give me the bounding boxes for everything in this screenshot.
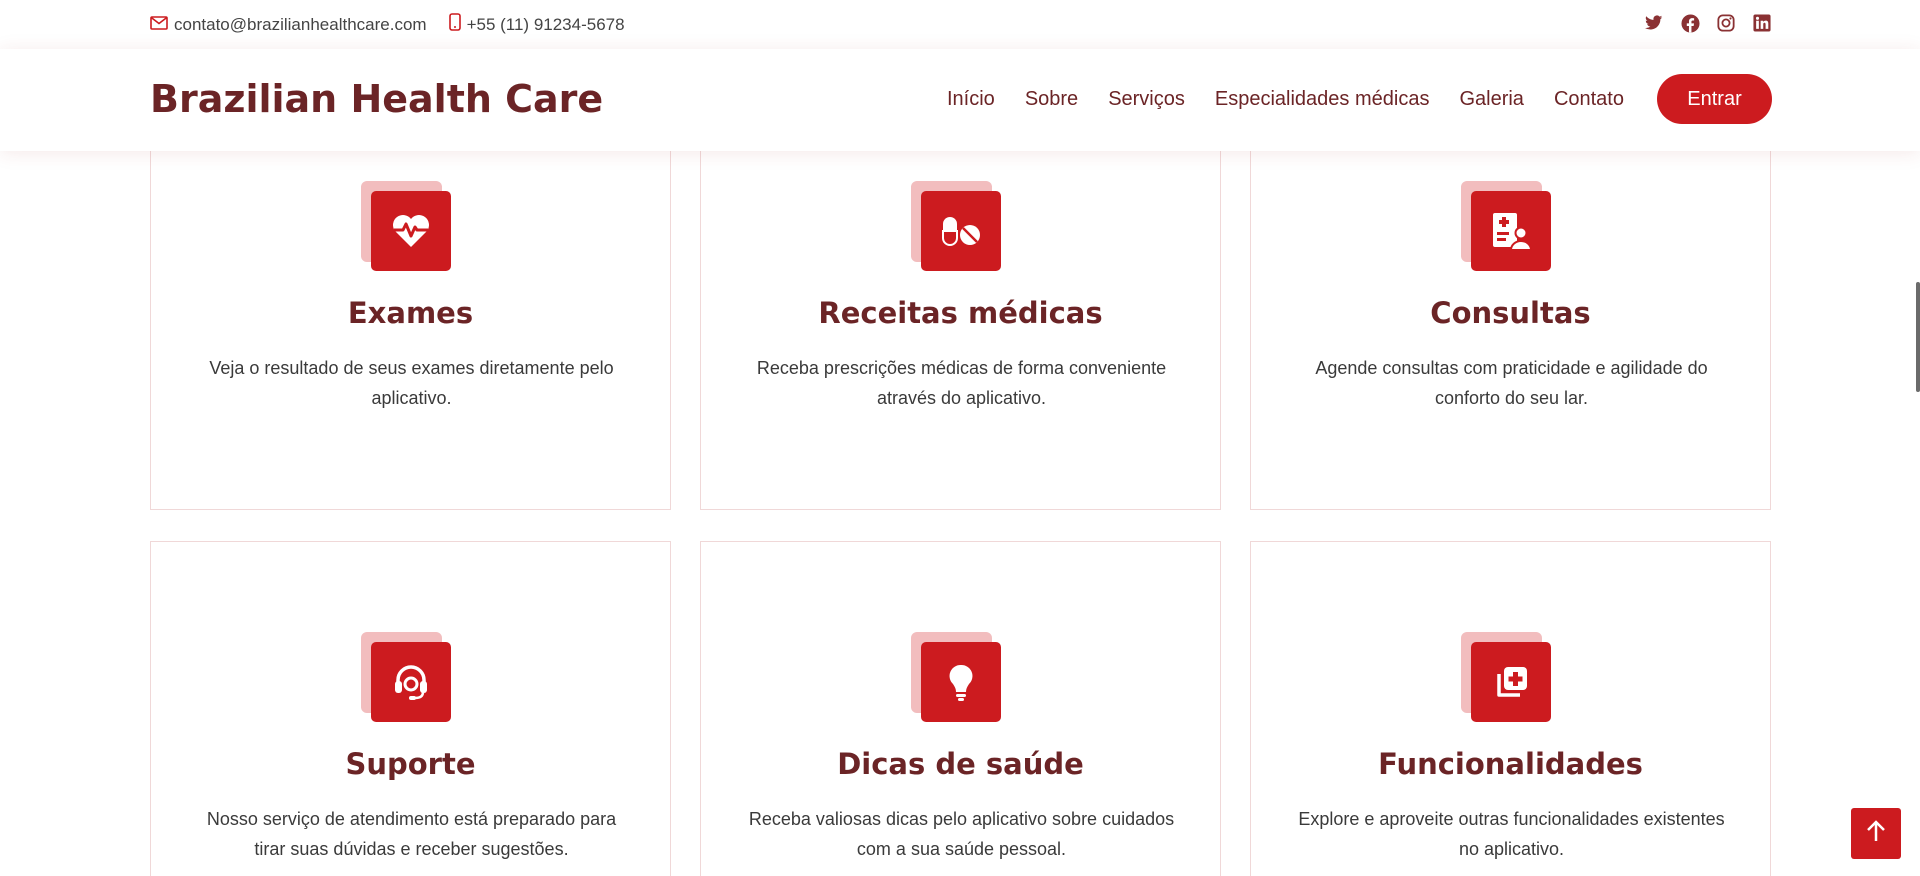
lightbulb-icon	[921, 642, 1001, 722]
service-icon-box	[1461, 632, 1552, 723]
main-nav: Início Sobre Serviços Especialidades méd…	[917, 74, 1772, 124]
service-title: Exames	[347, 296, 474, 330]
service-description: Nosso serviço de atendimento está prepar…	[206, 809, 617, 859]
service-card-exames[interactable]: Exames Veja o resultado de seus exames d…	[150, 140, 671, 510]
service-title: Dicas de saúde	[837, 747, 1084, 781]
login-button[interactable]: Entrar	[1657, 74, 1772, 124]
nav-especialidades[interactable]: Especialidades médicas	[1215, 88, 1430, 111]
linkedin-icon[interactable]	[1752, 13, 1772, 33]
service-description: Agende consultas com praticidade e agili…	[1315, 358, 1708, 408]
service-description: Explore e aproveite outras funcionalidad…	[1298, 809, 1725, 859]
service-description: Veja o resultado de seus exames diretame…	[209, 358, 614, 408]
email-link[interactable]: contato@brazilianhealthcare.com	[150, 15, 427, 35]
service-icon-box	[1461, 181, 1552, 272]
nav-servicos[interactable]: Serviços	[1108, 88, 1185, 111]
facebook-icon[interactable]	[1680, 13, 1700, 33]
service-card-receitas[interactable]: Receitas médicas Receba prescrições médi…	[700, 140, 1221, 510]
contact-info: contato@brazilianhealthcare.com +55 (11)…	[150, 13, 647, 36]
service-card-consultas[interactable]: Consultas Agende consultas com praticida…	[1250, 140, 1771, 510]
site-header: Brazilian Health Care Início Sobre Servi…	[0, 49, 1920, 151]
pills-icon	[921, 191, 1001, 271]
service-title: Funcionalidades	[1378, 747, 1643, 781]
nav-contato[interactable]: Contato	[1554, 88, 1624, 111]
arrow-up-icon	[1865, 819, 1887, 848]
medical-record-icon	[1471, 191, 1551, 271]
nav-inicio[interactable]: Início	[947, 88, 995, 111]
service-icon-box	[911, 632, 1002, 723]
headset-icon	[371, 642, 451, 722]
copy-plus-icon	[1471, 642, 1551, 722]
phone-link[interactable]: +55 (11) 91234-5678	[448, 13, 625, 36]
service-card-dicas[interactable]: Dicas de saúde Receba valiosas dicas pel…	[700, 541, 1221, 876]
service-title: Consultas	[1430, 296, 1591, 330]
phone-text: +55 (11) 91234-5678	[466, 14, 625, 34]
site-logo[interactable]: Brazilian Health Care	[150, 77, 603, 121]
service-title: Receitas médicas	[818, 296, 1103, 330]
nav-sobre[interactable]: Sobre	[1025, 88, 1078, 111]
service-icon-box	[911, 181, 1002, 272]
service-icon-box	[361, 181, 452, 272]
email-text: contato@brazilianhealthcare.com	[174, 14, 427, 34]
service-title: Suporte	[345, 747, 476, 781]
service-card-funcionalidades[interactable]: Funcionalidades Explore e aproveite outr…	[1250, 541, 1771, 876]
service-icon-box	[361, 632, 452, 723]
scrollbar-thumb[interactable]	[1916, 282, 1920, 392]
nav-galeria[interactable]: Galeria	[1459, 88, 1523, 111]
twitter-icon[interactable]	[1644, 13, 1664, 33]
service-description: Receba valiosas dicas pelo aplicativo so…	[748, 809, 1175, 859]
social-links	[1628, 13, 1772, 33]
envelope-icon	[150, 15, 174, 35]
service-card-suporte[interactable]: Suporte Nosso serviço de atendimento est…	[150, 541, 671, 876]
service-description: Receba prescrições médicas de forma conv…	[756, 358, 1167, 408]
phone-icon	[448, 13, 467, 36]
back-to-top-button[interactable]	[1851, 808, 1901, 859]
instagram-icon[interactable]	[1716, 13, 1736, 33]
heart-pulse-icon	[371, 191, 451, 271]
top-bar: contato@brazilianhealthcare.com +55 (11)…	[0, 0, 1920, 49]
